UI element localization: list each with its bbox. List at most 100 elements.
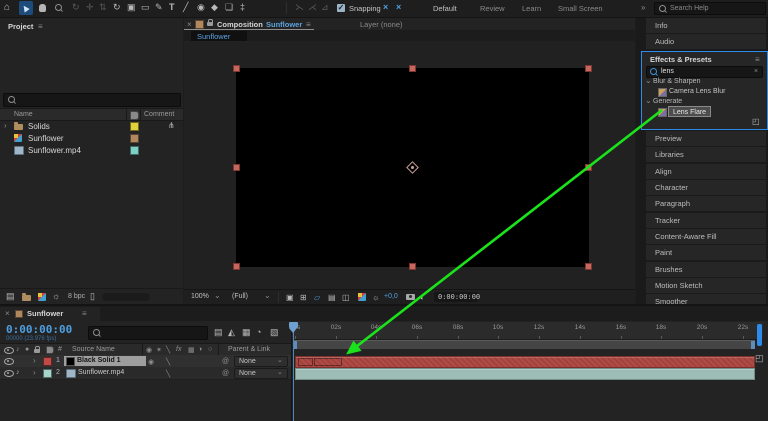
project-tab[interactable]: Project bbox=[8, 22, 33, 31]
item-name[interactable]: Sunflower bbox=[28, 134, 64, 143]
label-color-chip[interactable] bbox=[130, 134, 139, 143]
selection-tool[interactable]: ▶ bbox=[19, 1, 33, 15]
motion-blur-icon[interactable]: ◔ bbox=[256, 328, 261, 337]
handle-bottom-right[interactable] bbox=[585, 263, 592, 270]
quality-column-icon[interactable]: ╲ bbox=[166, 346, 170, 354]
layer-tab[interactable]: Layer (none) bbox=[360, 20, 403, 29]
adjustment-column-icon[interactable]: ○ bbox=[208, 346, 212, 353]
shy-column-icon[interactable]: ◉ bbox=[146, 346, 152, 354]
new-composition-icon[interactable] bbox=[38, 293, 46, 301]
region-of-interest-icon[interactable]: ▱ bbox=[314, 293, 320, 302]
comp-viewer[interactable] bbox=[184, 41, 635, 289]
comp-tab-close-icon[interactable]: × bbox=[187, 20, 192, 29]
snap-option-2-icon[interactable]: × bbox=[396, 3, 401, 12]
viewer-tab[interactable]: Sunflower bbox=[191, 31, 247, 41]
workspace-default[interactable]: Default bbox=[433, 4, 457, 13]
handle-mid-left[interactable] bbox=[233, 164, 240, 171]
pick-whip-icon[interactable]: @ bbox=[222, 358, 229, 365]
project-search-box[interactable] bbox=[3, 93, 181, 107]
frame-blend-column-icon[interactable]: ▦ bbox=[188, 346, 195, 354]
solo-column-icon[interactable]: ● bbox=[25, 346, 29, 353]
panel-content-aware-fill[interactable]: Content-Aware Fill bbox=[646, 229, 766, 244]
pick-whip-icon[interactable]: @ bbox=[222, 370, 229, 377]
comp-tab-title[interactable]: Composition bbox=[217, 20, 263, 29]
preview-quality-icon[interactable]: ◫ bbox=[342, 293, 350, 302]
project-row-solids[interactable]: › Solids ⋔ bbox=[0, 120, 183, 132]
comp-tab-comp-name[interactable]: Sunflower bbox=[266, 20, 302, 29]
transparency-grid-icon[interactable]: ▤ bbox=[328, 293, 336, 302]
bit-depth[interactable]: 8 bpc bbox=[68, 293, 85, 300]
timeline-search-box[interactable] bbox=[88, 326, 208, 340]
fx-column-icon[interactable]: fx bbox=[176, 346, 181, 353]
layer-audio-icon[interactable]: ♪ bbox=[16, 369, 20, 376]
search-help-box[interactable]: Search Help bbox=[654, 2, 766, 15]
project-settings-icon[interactable]: ☼ bbox=[52, 292, 60, 301]
puppet-pin-tool-icon[interactable]: ‡ bbox=[240, 3, 245, 12]
zoom-level[interactable]: 100% bbox=[191, 293, 209, 300]
collapse-column-icon[interactable]: ✶ bbox=[156, 346, 162, 354]
handle-top-right[interactable] bbox=[585, 65, 592, 72]
column-source-name[interactable]: Source Name bbox=[72, 346, 115, 353]
effect-lens-flare-selected[interactable]: Lens Flare bbox=[668, 106, 711, 117]
zoom-tool-icon[interactable] bbox=[55, 4, 62, 11]
audio-column-icon[interactable]: ♪ bbox=[16, 346, 20, 353]
quality-switch-icon[interactable]: ╲ bbox=[166, 370, 170, 378]
time-ruler[interactable]: 00s 02s 04s 06s 08s 10s 12s 14s 16s 18s … bbox=[292, 322, 763, 340]
graph-editor-icon[interactable]: ▧ bbox=[270, 328, 279, 337]
handle-bottom-left[interactable] bbox=[233, 263, 240, 270]
resolution-caret-icon[interactable]: ⌄ bbox=[264, 291, 271, 300]
timeline-timecode[interactable]: 0:00:00:00 bbox=[6, 323, 72, 336]
layer-in-handle[interactable] bbox=[298, 358, 313, 366]
clear-search-icon[interactable]: × bbox=[754, 68, 758, 75]
group-caret-icon[interactable]: ⌄ bbox=[645, 96, 652, 105]
layer-expand-icon[interactable]: › bbox=[33, 368, 36, 377]
rotation-tool-icon[interactable]: ↻ bbox=[113, 3, 121, 12]
panel-brushes[interactable]: Brushes bbox=[646, 262, 766, 277]
roto-brush-tool-icon[interactable]: ❏ bbox=[225, 3, 233, 12]
timeline-tab-close-icon[interactable]: × bbox=[5, 309, 10, 318]
trash-icon[interactable]: ▯ bbox=[90, 292, 95, 301]
home-icon[interactable]: ⌂ bbox=[4, 3, 10, 12]
label-color-chip[interactable] bbox=[130, 122, 139, 131]
panel-preview[interactable]: Preview bbox=[646, 131, 766, 146]
show-snapshot-icon[interactable]: ◐ bbox=[420, 293, 425, 302]
lock-column-icon[interactable] bbox=[34, 349, 40, 353]
layer-name[interactable]: Sunflower.mp4 bbox=[78, 369, 124, 376]
exposure-gear-icon[interactable]: ☼ bbox=[372, 293, 379, 302]
composition-mini-flowchart-icon[interactable]: ▤ bbox=[214, 328, 223, 337]
layer-name-cell-selected[interactable]: Black Solid 1 bbox=[64, 356, 146, 366]
label-column-icon[interactable] bbox=[46, 346, 54, 354]
layer-bar-sunflower[interactable] bbox=[295, 368, 755, 380]
project-row-sunflower-footage[interactable]: Sunflower.mp4 bbox=[0, 144, 183, 156]
work-area-end-handle[interactable] bbox=[751, 341, 755, 349]
layer-label-chip[interactable] bbox=[43, 357, 52, 366]
project-row-sunflower-comp[interactable]: Sunflower bbox=[0, 132, 183, 144]
effect-camera-lens-blur[interactable]: Camera Lens Blur bbox=[669, 88, 725, 95]
panel-tracker[interactable]: Tracker bbox=[646, 213, 766, 228]
effects-group-generate[interactable]: Generate bbox=[653, 98, 682, 105]
comp-button-icon[interactable]: ◰ bbox=[755, 354, 764, 363]
resolution-select[interactable]: (Full) bbox=[232, 293, 248, 300]
item-name[interactable]: Sunflower.mp4 bbox=[28, 146, 81, 155]
column-comment[interactable]: Comment bbox=[144, 111, 174, 118]
column-parent-link[interactable]: Parent & Link bbox=[228, 346, 270, 353]
playhead-line[interactable] bbox=[293, 322, 294, 421]
comp-timecode-box[interactable]: 0:00:00:00 bbox=[434, 292, 478, 302]
snapping-checkbox[interactable]: ✓ bbox=[337, 4, 345, 12]
label-column-icon[interactable] bbox=[130, 111, 139, 120]
hand-tool-icon[interactable] bbox=[39, 4, 46, 12]
workspace-overflow-icon[interactable]: » bbox=[641, 3, 645, 12]
workspace-review[interactable]: Review bbox=[480, 4, 505, 13]
comp-panel-menu-icon[interactable]: ≡ bbox=[306, 20, 311, 29]
effects-panel-menu-icon[interactable]: ≡ bbox=[755, 55, 760, 64]
layer-label-chip[interactable] bbox=[43, 369, 52, 378]
quality-switch-icon[interactable]: ╲ bbox=[166, 358, 170, 366]
timeline-menu-icon[interactable]: ≡ bbox=[82, 309, 87, 318]
pan-camera-tool-icon[interactable]: ✛ bbox=[86, 3, 94, 12]
panel-smoother[interactable]: Smoother bbox=[646, 294, 766, 304]
video-column-icon[interactable] bbox=[4, 347, 14, 354]
layer-visibility-icon[interactable] bbox=[4, 370, 14, 377]
parent-dropdown[interactable]: None ⌄ bbox=[234, 356, 288, 367]
group-caret-icon[interactable]: ⌄ bbox=[645, 76, 652, 85]
panel-paint[interactable]: Paint bbox=[646, 245, 766, 260]
